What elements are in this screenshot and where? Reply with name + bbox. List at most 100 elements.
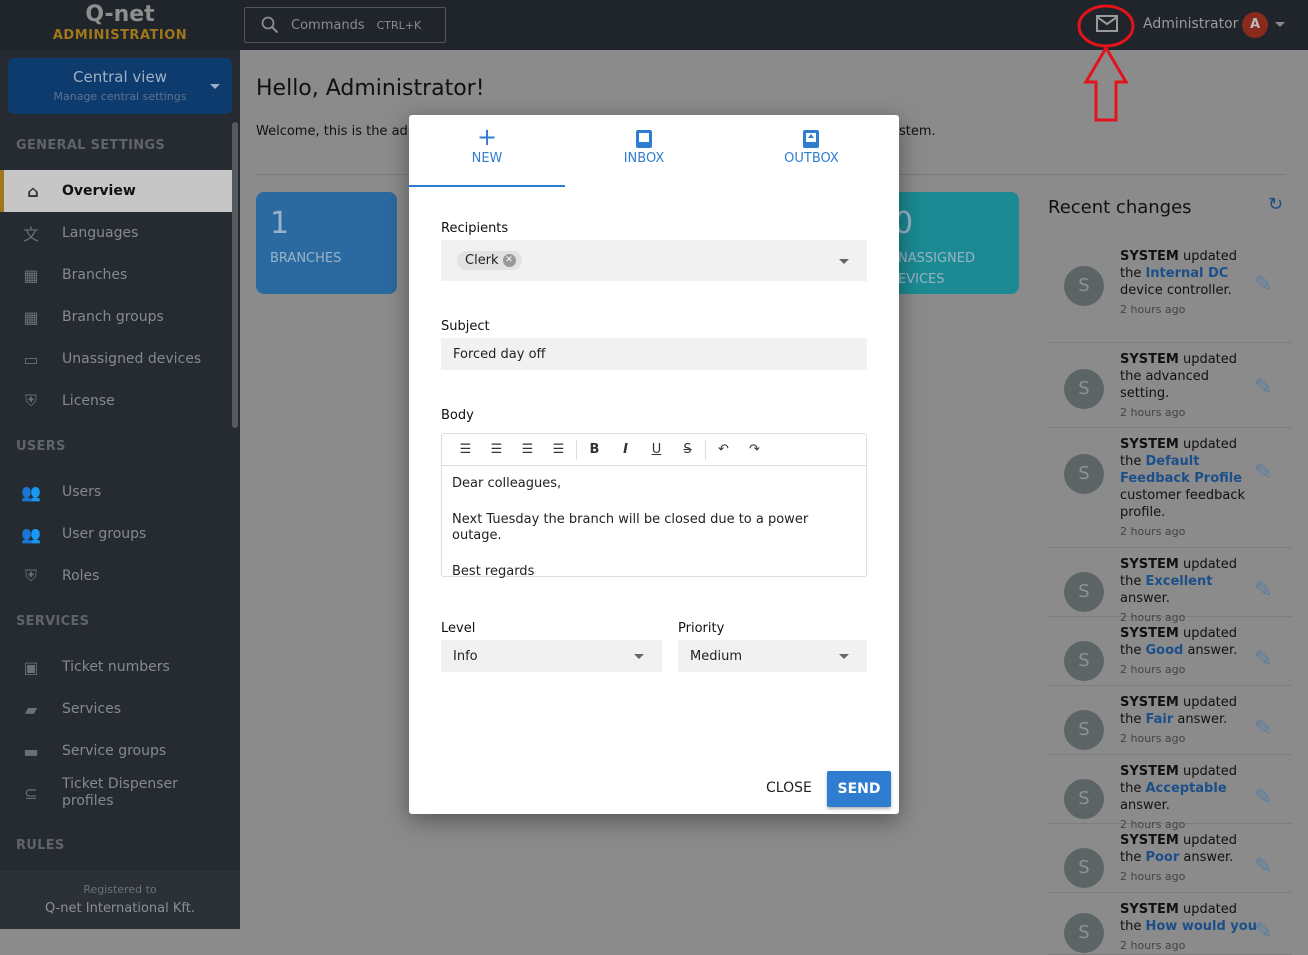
- tab-inbox[interactable]: INBOX: [579, 115, 709, 187]
- timestamp: 2 hours ago: [1120, 732, 1186, 745]
- sidebar-item-user-groups[interactable]: 👥 User groups: [0, 513, 232, 555]
- timestamp: 2 hours ago: [1120, 303, 1186, 316]
- pencil-icon[interactable]: ✎: [1254, 854, 1272, 879]
- change-text: SYSTEM updated the How would you 2 hours …: [1120, 901, 1260, 954]
- top-bar: Q-net ADMINISTRATION Commands CTRL+K Adm…: [0, 0, 1308, 50]
- timestamp: 2 hours ago: [1120, 870, 1186, 883]
- recipients-select[interactable]: Clerk ✕: [441, 240, 867, 281]
- change-link[interactable]: Internal DC: [1145, 266, 1228, 281]
- recent-change-item: S SYSTEM updated the How would you 2 hour…: [1048, 895, 1292, 955]
- pencil-icon[interactable]: ✎: [1254, 647, 1272, 672]
- timestamp: 2 hours ago: [1120, 939, 1186, 952]
- commands-search[interactable]: Commands CTRL+K: [244, 7, 446, 43]
- toolbar-divider: [576, 439, 577, 460]
- change-link[interactable]: Acceptable: [1145, 781, 1226, 796]
- editor-content[interactable]: Dear colleagues, Next Tuesday the branch…: [442, 476, 866, 580]
- context-selector[interactable]: Central view Manage central settings: [8, 58, 232, 114]
- home-icon: ⌂: [27, 181, 39, 201]
- avatar: S: [1064, 266, 1104, 306]
- subject-input[interactable]: Forced day off: [441, 338, 867, 370]
- change-link[interactable]: Good: [1145, 643, 1183, 658]
- pencil-icon[interactable]: ✎: [1254, 375, 1272, 400]
- avatar: S: [1064, 913, 1104, 953]
- chevron-down-icon[interactable]: [1275, 22, 1285, 32]
- change-text: SYSTEM updated the Fair answer. 2 hours a…: [1120, 694, 1260, 747]
- building-icon: ▦: [23, 265, 39, 285]
- logo[interactable]: Q-net ADMINISTRATION: [0, 0, 240, 50]
- change-text: SYSTEM updated the Excellent answer. 2 ho…: [1120, 556, 1260, 626]
- close-button[interactable]: CLOSE: [766, 780, 812, 796]
- actor: SYSTEM: [1120, 626, 1179, 641]
- sidebar-scrollbar[interactable]: [232, 122, 238, 428]
- sidebar-item-users[interactable]: 👥 Users: [0, 471, 232, 513]
- sidebar-item-services[interactable]: ▰ Services: [0, 688, 232, 730]
- section-heading: SERVICES: [16, 614, 90, 629]
- pencil-icon[interactable]: ✎: [1254, 578, 1272, 603]
- body-editor[interactable]: ☰ ☰ ☰ ☰ B I U S ↶ ↷ Dear colleagues, Nex…: [441, 433, 867, 580]
- send-button[interactable]: SEND: [827, 771, 891, 807]
- branches-card[interactable]: 1 BRANCHES: [256, 192, 397, 294]
- tab-new[interactable]: + NEW: [409, 115, 565, 187]
- pencil-icon[interactable]: ✎: [1254, 919, 1272, 944]
- sidebar-item-ticket-dispenser-profiles[interactable]: ⊆ Ticket Dispenser profiles: [0, 772, 232, 814]
- priority-select[interactable]: Medium: [678, 640, 867, 672]
- redo-icon[interactable]: ↷: [739, 442, 770, 457]
- level-select[interactable]: Info: [441, 640, 662, 672]
- sidebar-item-unassigned-devices[interactable]: ▭ Unassigned devices: [0, 338, 232, 380]
- italic-icon[interactable]: I: [610, 442, 641, 457]
- sidebar-item-languages[interactable]: 文 Languages: [0, 212, 232, 254]
- translate-icon: 文: [22, 225, 39, 244]
- user-name[interactable]: Administrator: [1143, 16, 1238, 32]
- underline-icon[interactable]: U: [641, 442, 672, 457]
- change-text: SYSTEM updated the Acceptable answer. 2 h…: [1120, 763, 1260, 833]
- change-post: answer.: [1173, 712, 1228, 727]
- undo-icon[interactable]: ↶: [708, 442, 739, 457]
- plus-icon: +: [476, 123, 498, 151]
- bold-icon[interactable]: B: [579, 442, 610, 457]
- pencil-icon[interactable]: ✎: [1254, 785, 1272, 810]
- sidebar-item-license[interactable]: ⛨ License: [0, 380, 232, 422]
- sidebar-item-branches[interactable]: ▦ Branches: [0, 254, 232, 296]
- sidebar-item-overview[interactable]: ⌂ Overview: [0, 170, 232, 212]
- registered-to: Q-net International Kft.: [45, 901, 195, 916]
- change-text: SYSTEM updated the advanced setting. 2 ho…: [1120, 351, 1260, 421]
- sidebar-item-branch-groups[interactable]: ▦ Branch groups: [0, 296, 232, 338]
- pencil-icon[interactable]: ✎: [1254, 460, 1272, 485]
- mail-icon[interactable]: [1094, 13, 1120, 35]
- sidebar-item-service-groups[interactable]: ▬ Service groups: [0, 730, 232, 772]
- sidebar-item-label: License: [62, 393, 115, 409]
- change-link[interactable]: Fair: [1145, 712, 1173, 727]
- dropdown-arrow-icon: [839, 258, 849, 269]
- sidebar: Central view Manage central settings GEN…: [0, 50, 240, 929]
- change-link[interactable]: Poor: [1145, 850, 1179, 865]
- strikethrough-icon[interactable]: S: [672, 442, 703, 457]
- user-groups-icon: 👥: [21, 524, 41, 544]
- body-label: Body: [441, 408, 474, 423]
- pencil-icon[interactable]: ✎: [1254, 272, 1272, 297]
- sidebar-item-ticket-numbers[interactable]: ▣ Ticket numbers: [0, 646, 232, 688]
- recent-change-item: S SYSTEM updated the Default Feedback Pr…: [1048, 430, 1292, 548]
- sidebar-item-label: User groups: [62, 526, 147, 542]
- change-link[interactable]: Excellent: [1145, 574, 1212, 589]
- sidebar-item-roles[interactable]: ⛨ Roles: [0, 555, 232, 597]
- change-link[interactable]: How would you: [1145, 919, 1257, 934]
- welcome-text: Welcome, this is the adm: [256, 124, 421, 139]
- section-heading: RULES: [16, 838, 65, 853]
- align-left-icon[interactable]: ☰: [450, 442, 481, 457]
- recent-change-item: S SYSTEM updated the Good answer. 2 hours…: [1048, 619, 1292, 686]
- remove-chip-icon[interactable]: ✕: [502, 254, 516, 267]
- tab-outbox[interactable]: OUTBOX: [749, 115, 874, 187]
- section-heading: USERS: [16, 439, 66, 454]
- refresh-icon[interactable]: ↻: [1268, 194, 1283, 215]
- avatar[interactable]: A: [1242, 12, 1268, 38]
- unassigned-devices-card[interactable]: 0 NASSIGNED EVICES: [884, 192, 1019, 294]
- align-justify-icon[interactable]: ☰: [543, 442, 574, 457]
- registered-label: Registered to: [83, 883, 157, 896]
- recipients-label: Recipients: [441, 221, 509, 236]
- sidebar-item-label: Branches: [62, 267, 128, 283]
- change-post: answer.: [1120, 591, 1170, 606]
- pencil-icon[interactable]: ✎: [1254, 716, 1272, 741]
- align-right-icon[interactable]: ☰: [512, 442, 543, 457]
- editor-toolbar: ☰ ☰ ☰ ☰ B I U S ↶ ↷: [442, 434, 866, 466]
- align-center-icon[interactable]: ☰: [481, 442, 512, 457]
